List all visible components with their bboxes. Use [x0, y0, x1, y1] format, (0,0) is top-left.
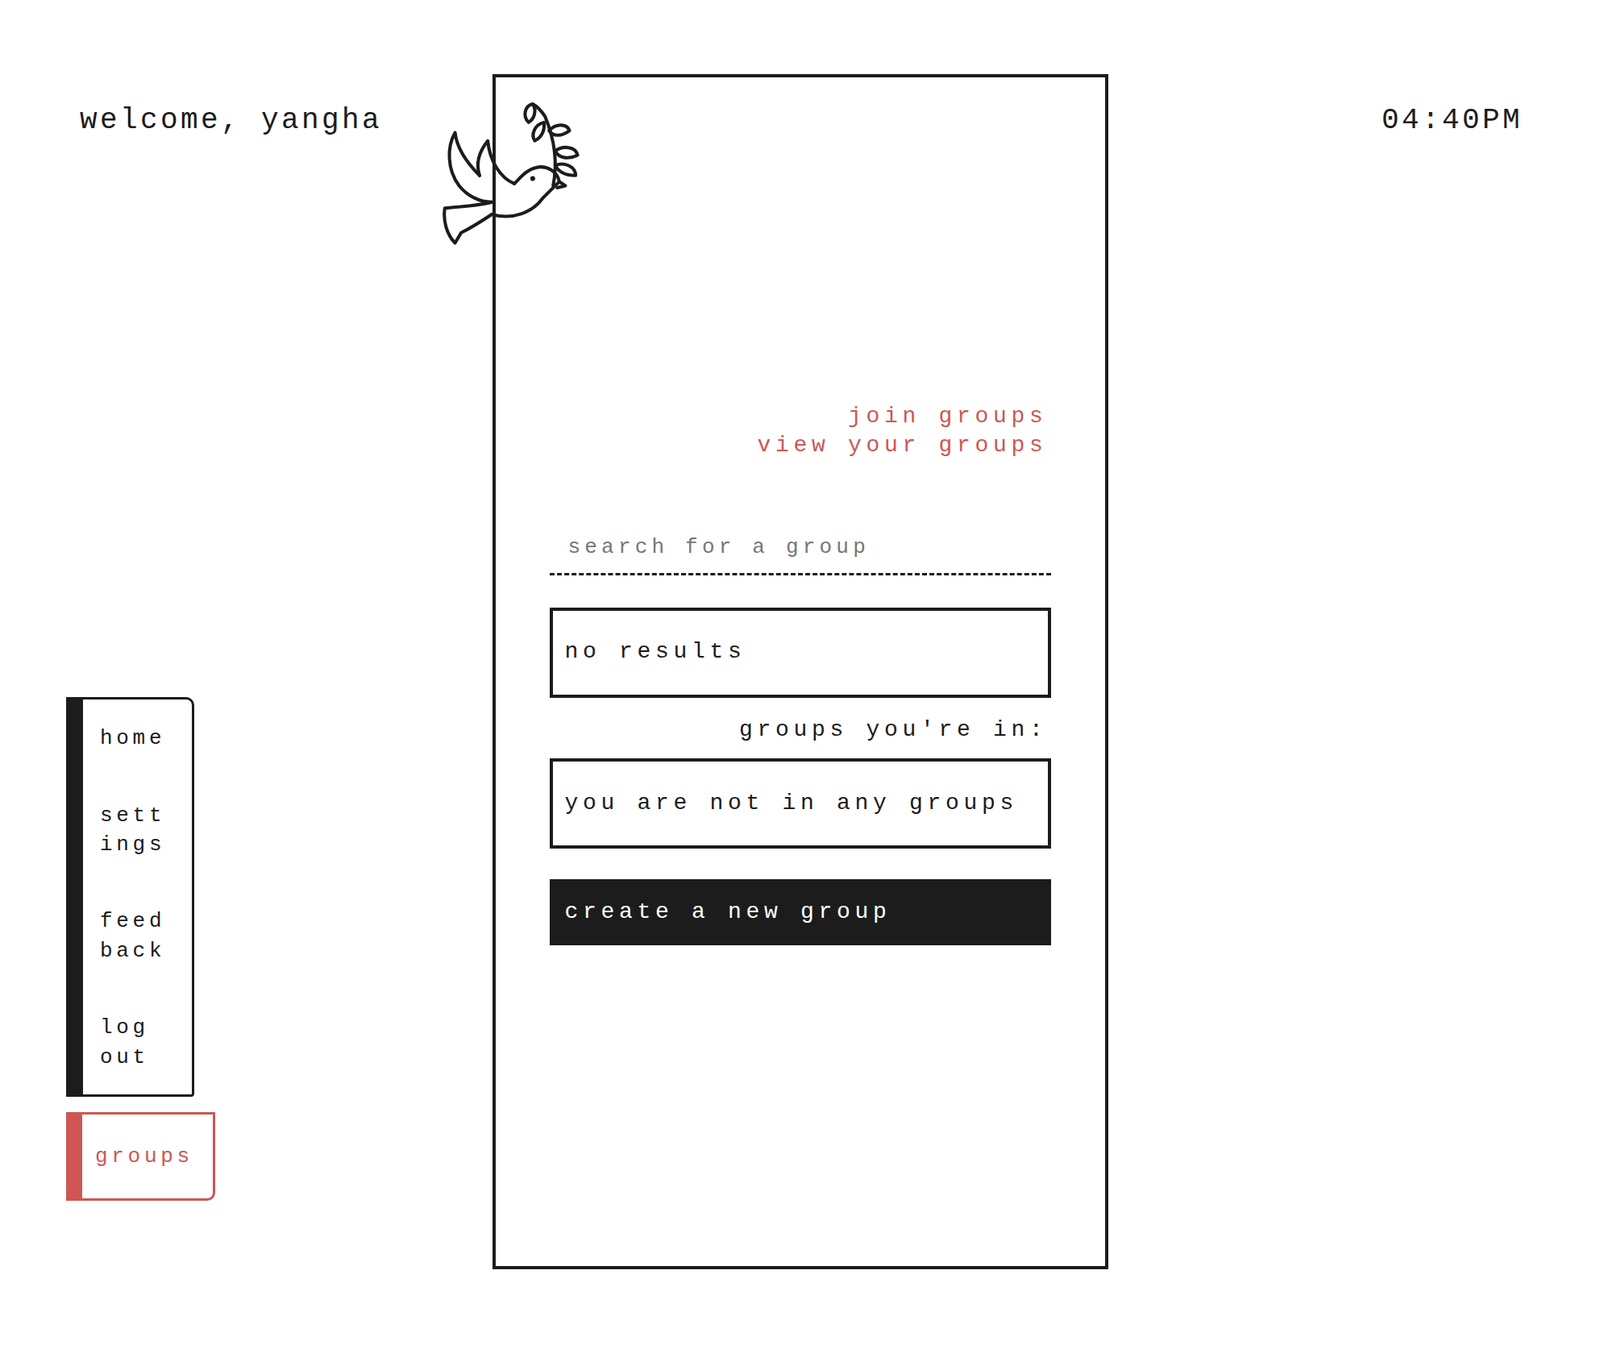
group-link[interactable]: join groups: [847, 402, 1048, 432]
create-group-button[interactable]: create a new group: [549, 879, 1052, 946]
clock: 04:40PM: [1108, 103, 1524, 138]
dove-icon: [438, 99, 582, 246]
your-groups-list: you are not in any groups: [549, 758, 1052, 849]
sidebar-item[interactable]: home: [99, 723, 175, 753]
groups-panel: join groupsview your groups no results g…: [492, 74, 1109, 1270]
navigation: home settings feedback log out groups: [66, 697, 493, 1202]
sidebar-item[interactable]: log out: [99, 1013, 175, 1073]
group-links: join groupsview your groups: [549, 402, 1052, 462]
your-groups-text: you are not in any groups: [565, 789, 1019, 819]
sidebar-item[interactable]: settings: [99, 801, 175, 861]
page: welcome, yangha home settings feedback log …: [0, 0, 1600, 1345]
group-link[interactable]: view your groups: [756, 431, 1048, 461]
groups-tab[interactable]: groups: [66, 1112, 216, 1202]
results-text: no results: [565, 637, 747, 667]
sidebar-item[interactable]: feedback: [99, 906, 175, 966]
right-column: 04:40PM: [1108, 74, 1600, 1270]
search-results: no results: [549, 607, 1052, 699]
your-groups-heading: groups you're in:: [549, 715, 1052, 745]
sidebar: home settings feedback log out: [66, 697, 195, 1098]
search-input[interactable]: [549, 526, 1052, 576]
greeting: welcome, yangha: [79, 103, 493, 138]
left-column: welcome, yangha home settings feedback log …: [0, 74, 493, 1270]
